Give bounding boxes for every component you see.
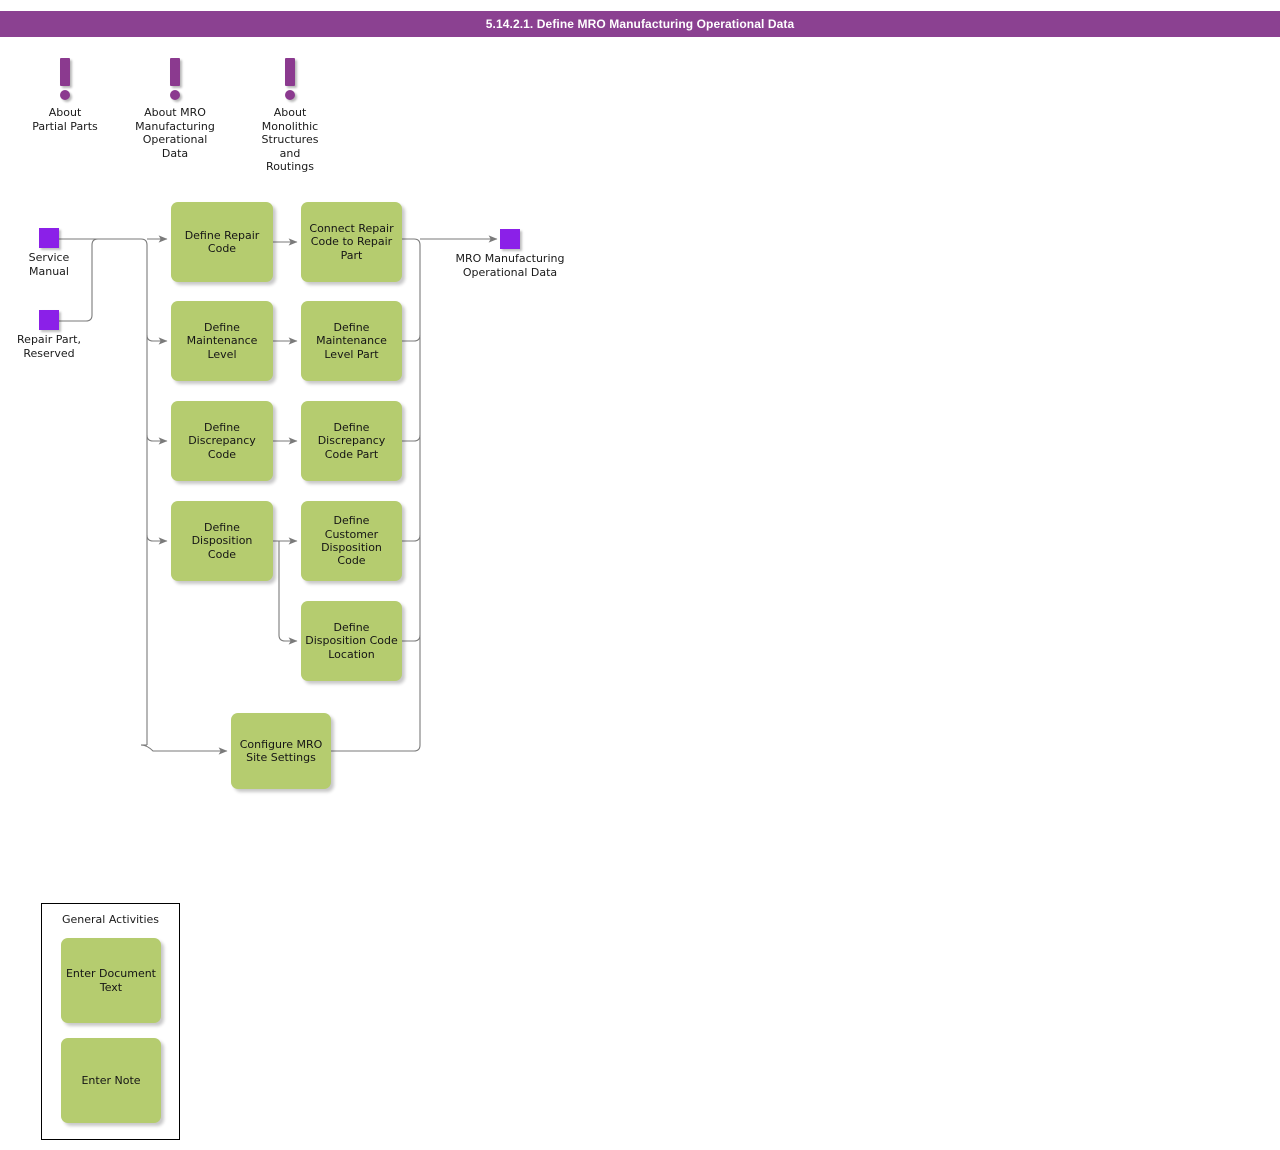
wire-distribution-rail <box>140 238 148 745</box>
wire-return-disposition-code-location <box>402 634 421 642</box>
exclamation-bar <box>285 58 295 86</box>
data-node-service-manual[interactable]: Service Manual <box>0 228 129 278</box>
activity-define-maintenance-level-part[interactable]: Define Maintenance Level Part <box>301 301 402 381</box>
data-node-icon <box>500 229 520 249</box>
data-node-icon <box>39 228 59 248</box>
exclamation-info-icon <box>115 58 235 104</box>
exclamation-info-icon <box>230 58 350 104</box>
exclamation-dot <box>285 90 295 100</box>
info-marker-label: About MRO Manufacturing Operational Data <box>135 106 215 160</box>
activity-label: Configure MRO Site Settings <box>239 737 323 764</box>
activity-label: Define Discrepancy Code Part <box>317 420 386 461</box>
wire-rail-to-define-disposition-code <box>146 534 168 545</box>
activity-define-disposition-code[interactable]: Define Disposition Code <box>171 501 273 581</box>
activity-label: Enter Note <box>81 1073 141 1087</box>
activity-label: Define Maintenance Level Part <box>316 320 387 361</box>
activity-configure-mro-site-settings[interactable]: Configure MRO Site Settings <box>231 713 331 789</box>
info-marker-label: About Partial Parts <box>32 106 98 133</box>
info-marker-about-mro-manufacturing-operational-data[interactable]: About MRO Manufacturing Operational Data <box>115 58 235 160</box>
exclamation-info-icon <box>5 58 125 104</box>
data-node-repair-part-reserved[interactable]: Repair Part, Reserved <box>0 310 129 360</box>
activity-define-maintenance-level[interactable]: Define Maintenance Level <box>171 301 273 381</box>
page-title-bar: 5.14.2.1. Define MRO Manufacturing Opera… <box>0 11 1280 37</box>
wire-rail-to-define-maintenance-level <box>146 334 168 345</box>
activity-label: Connect Repair Code to Repair Part <box>309 221 394 262</box>
activity-connect-repair-code-to-repair-part[interactable]: Connect Repair Code to Repair Part <box>301 202 402 282</box>
page-title: 5.14.2.1. Define MRO Manufacturing Opera… <box>485 17 795 31</box>
activity-define-discrepancy-code[interactable]: Define Discrepancy Code <box>171 401 273 481</box>
activity-label: Define Maintenance Level <box>186 320 258 361</box>
info-marker-label: About Monolithic Structures and Routings <box>261 106 319 174</box>
activity-label: Define Repair Code <box>184 228 260 255</box>
activity-label: Define Disposition Code Location <box>305 620 398 661</box>
wire-return-customer-disposition-code <box>402 534 421 542</box>
wire-rail-to-configure-mro-site-settings <box>140 744 228 755</box>
activity-label: Define Disposition Code <box>191 520 253 561</box>
exclamation-bar <box>60 58 70 86</box>
activity-define-repair-code[interactable]: Define Repair Code <box>171 202 273 282</box>
data-node-icon <box>39 310 59 330</box>
wire-return-configure-mro-site-settings <box>331 744 421 752</box>
wire-return-maintenance-level-part <box>402 334 421 342</box>
wire-return-discrepancy-code-part <box>402 434 421 442</box>
info-marker-about-monolithic-structures-and-routings[interactable]: About Monolithic Structures and Routings <box>230 58 350 174</box>
activity-define-discrepancy-code-part[interactable]: Define Discrepancy Code Part <box>301 401 402 481</box>
exclamation-bar <box>170 58 180 86</box>
activity-define-customer-disposition-code[interactable]: Define Customer Disposition Code <box>301 501 402 581</box>
wire-return-connect-repair-code <box>402 238 421 745</box>
data-node-label: Service Manual <box>28 251 70 278</box>
activity-label: Define Discrepancy Code <box>188 420 256 461</box>
info-marker-about-partial-parts[interactable]: About Partial Parts <box>5 58 125 133</box>
activity-label: Enter Document Text <box>65 967 156 994</box>
activity-enter-document-text[interactable]: Enter Document Text <box>61 938 161 1023</box>
diagram-canvas: 5.14.2.1. Define MRO Manufacturing Opera… <box>0 0 1280 1150</box>
wire-rail-to-define-discrepancy-code <box>146 434 168 445</box>
data-node-label: Repair Part, Reserved <box>17 333 81 360</box>
data-node-label: MRO Manufacturing Operational Data <box>455 252 565 279</box>
activity-label: Define Customer Disposition Code <box>321 514 382 568</box>
activity-define-disposition-code-location[interactable]: Define Disposition Code Location <box>301 601 402 681</box>
legend-title: General Activities <box>61 913 160 926</box>
wire-disposition-branch-vertical <box>278 541 298 645</box>
activity-enter-note[interactable]: Enter Note <box>61 1038 161 1123</box>
exclamation-dot <box>60 90 70 100</box>
exclamation-dot <box>170 90 180 100</box>
data-node-mro-manufacturing-operational-data[interactable]: MRO Manufacturing Operational Data <box>430 229 590 279</box>
